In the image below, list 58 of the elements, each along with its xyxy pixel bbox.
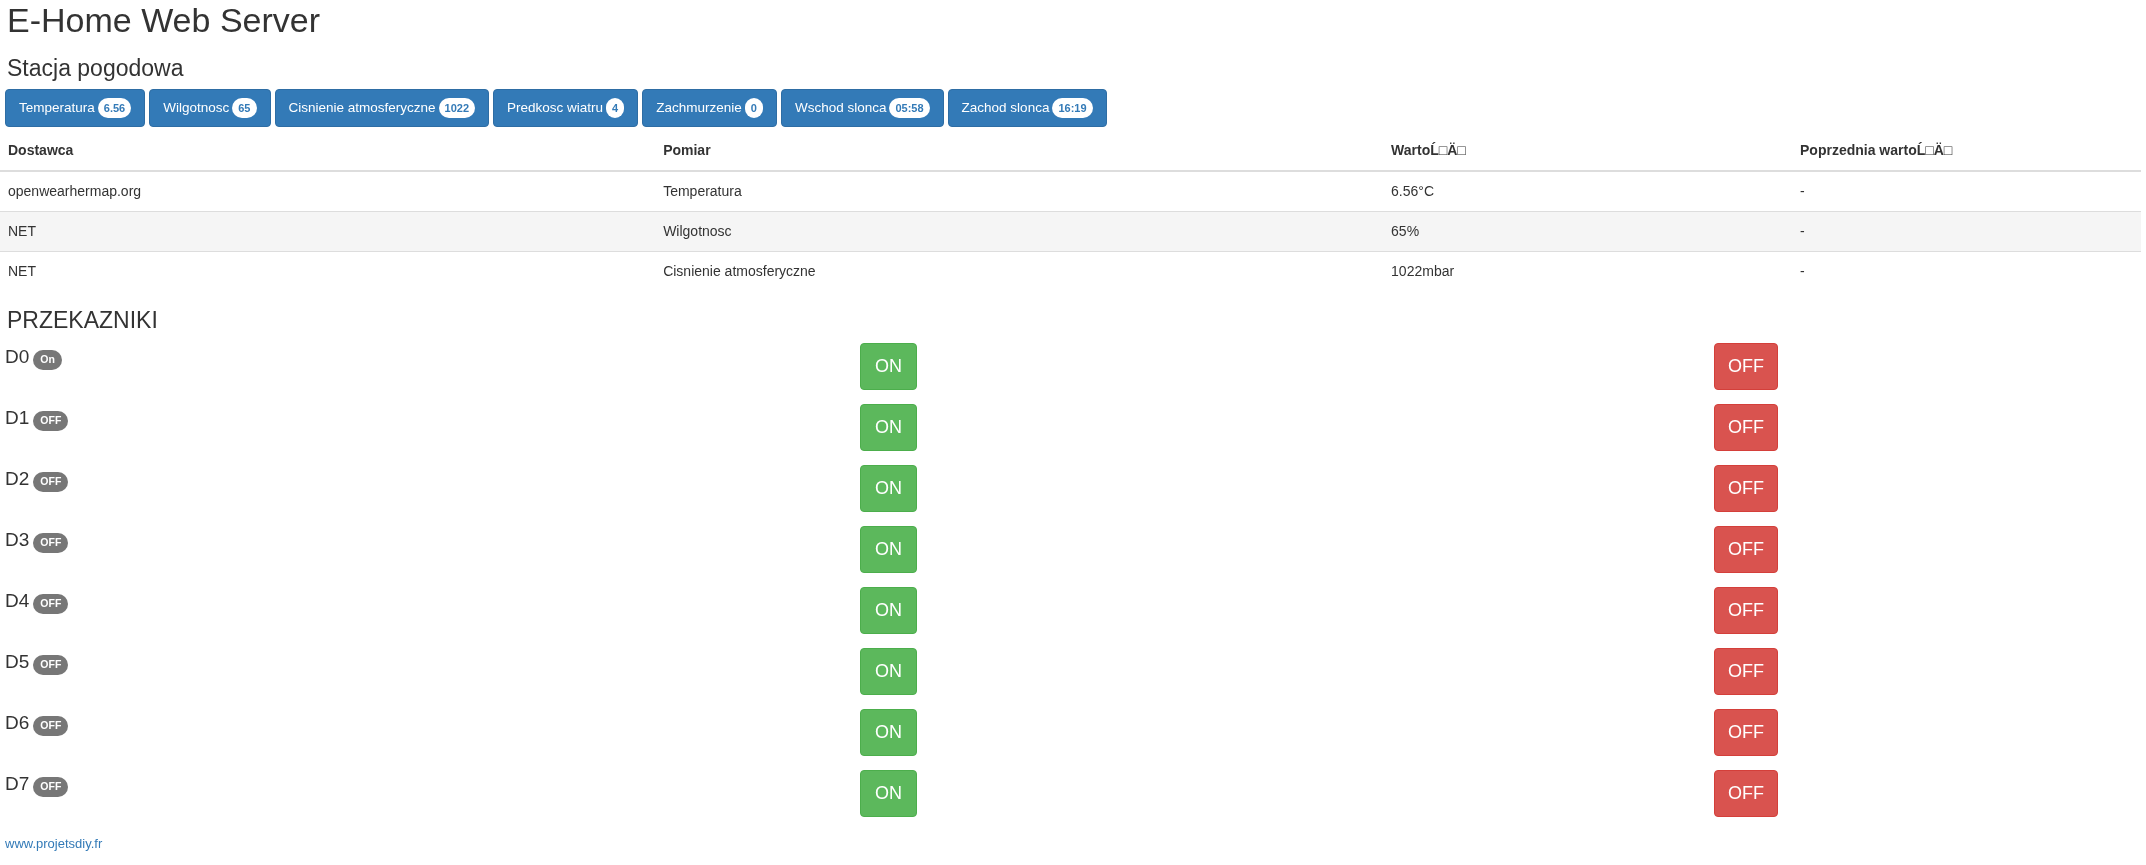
off-button[interactable]: OFF bbox=[1714, 343, 1778, 391]
state-badge: On bbox=[33, 350, 62, 370]
on-button[interactable]: ON bbox=[860, 526, 917, 574]
on-button[interactable]: ON bbox=[860, 648, 917, 696]
state-badge: OFF bbox=[33, 472, 69, 492]
table-cell: NET bbox=[0, 212, 656, 252]
relay-label: D1 bbox=[5, 406, 30, 431]
state-badge: OFF bbox=[33, 594, 69, 614]
off-button[interactable]: OFF bbox=[1714, 648, 1778, 696]
footer-link[interactable]: www.projetsdiy.fr bbox=[5, 836, 103, 852]
state-badge: OFF bbox=[33, 716, 69, 736]
on-button[interactable]: ON bbox=[860, 343, 917, 391]
relay-label: D5 bbox=[5, 650, 30, 675]
relay-label: D2 bbox=[5, 467, 30, 492]
state-badge: OFF bbox=[33, 533, 69, 553]
state-badge: OFF bbox=[33, 777, 69, 797]
weather-button[interactable]: Zachod slonca 16:19 bbox=[947, 89, 1107, 128]
weather-button[interactable]: Cisnienie atmosferyczne 1022 bbox=[274, 89, 490, 128]
off-button[interactable]: OFF bbox=[1714, 709, 1778, 757]
value-badge: 65 bbox=[232, 98, 257, 119]
state-badge: OFF bbox=[33, 655, 69, 675]
table-cell: 6.56°C bbox=[1383, 171, 1792, 212]
off-button[interactable]: OFF bbox=[1714, 587, 1778, 635]
section-heading: Stacja pogodowa bbox=[7, 55, 185, 83]
off-button[interactable]: OFF bbox=[1714, 465, 1778, 513]
section-heading: PRZEKAZNIKI bbox=[7, 307, 159, 336]
table-cell: openwearhermap.org bbox=[0, 171, 656, 212]
relay-label: D0 bbox=[5, 345, 30, 370]
on-button[interactable]: ON bbox=[860, 404, 917, 452]
value-badge: 4 bbox=[606, 98, 625, 119]
on-button[interactable]: ON bbox=[860, 770, 917, 818]
page-title: E-Home Web Server bbox=[7, 2, 322, 40]
table-cell: Wilgotnosc bbox=[655, 212, 1384, 252]
relay-label: D6 bbox=[5, 711, 30, 736]
off-button[interactable]: OFF bbox=[1714, 770, 1778, 818]
on-button[interactable]: ON bbox=[860, 465, 917, 513]
table-cell: - bbox=[1792, 171, 2141, 212]
value-badge: 1022 bbox=[438, 98, 476, 119]
table-cell: Temperatura bbox=[655, 171, 1384, 212]
on-button[interactable]: ON bbox=[860, 587, 917, 635]
table-cell: 65% bbox=[1383, 212, 1792, 252]
value-badge: 6.56 bbox=[97, 98, 132, 119]
off-button[interactable]: OFF bbox=[1714, 404, 1778, 452]
value-badge: 05:58 bbox=[889, 98, 930, 119]
on-button[interactable]: ON bbox=[860, 709, 917, 757]
weather-button[interactable]: Predkosc wiatru 4 bbox=[493, 89, 639, 128]
weather-button[interactable]: Wilgotnosc 65 bbox=[149, 89, 271, 128]
value-badge: 16:19 bbox=[1052, 98, 1093, 119]
state-badge: OFF bbox=[33, 411, 69, 431]
relay-label: D4 bbox=[5, 589, 30, 614]
weather-button[interactable]: Zachmurzenie 0 bbox=[642, 89, 777, 128]
weather-button[interactable]: Wschod slonca 05:58 bbox=[780, 89, 944, 128]
weather-button[interactable]: Temperatura 6.56 bbox=[5, 89, 146, 128]
relay-label: D3 bbox=[5, 528, 30, 553]
value-badge: 0 bbox=[744, 98, 763, 119]
table-cell: - bbox=[1792, 212, 2141, 252]
relay-label: D7 bbox=[5, 772, 30, 797]
off-button[interactable]: OFF bbox=[1714, 526, 1778, 574]
